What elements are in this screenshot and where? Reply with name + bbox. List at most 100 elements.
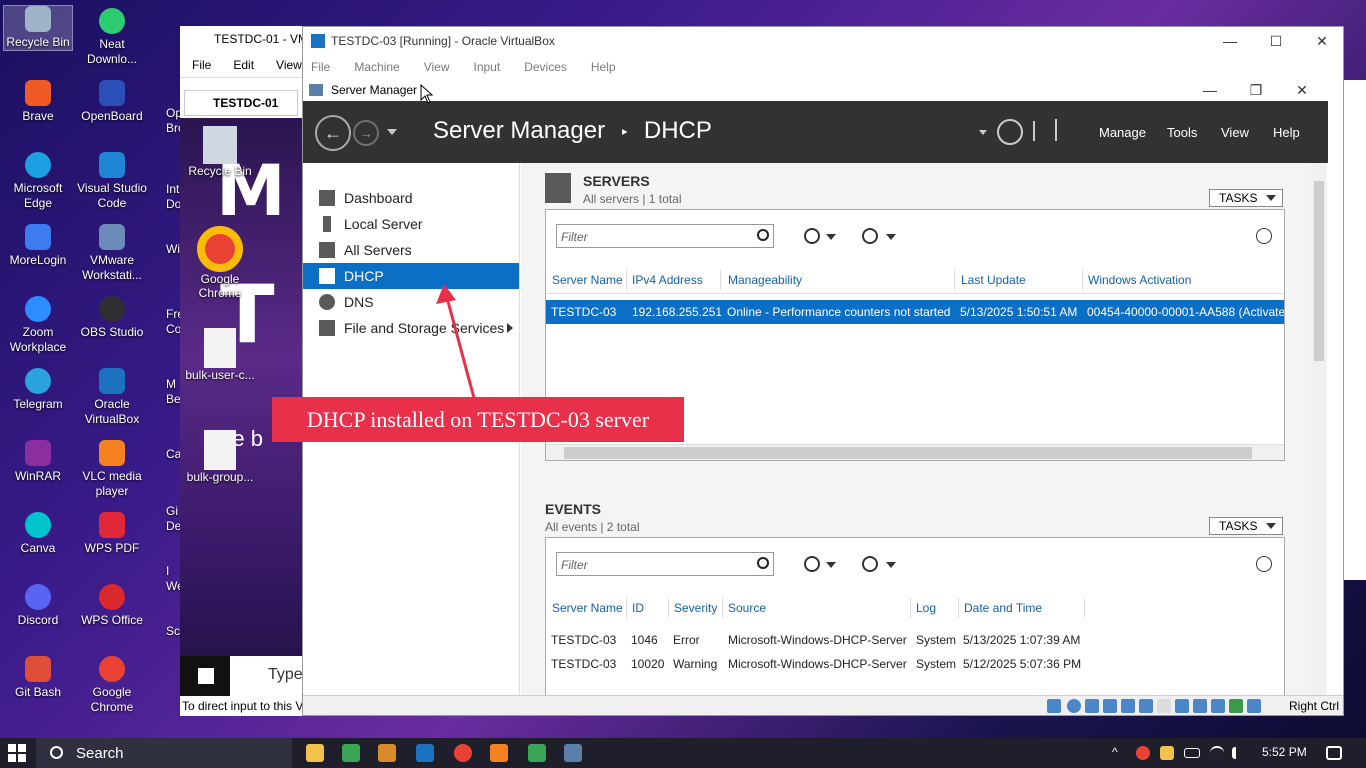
servers-filter-input[interactable]: Filter (556, 224, 774, 248)
collapse-expand-icon[interactable] (1256, 556, 1272, 572)
save-query-icon[interactable] (862, 556, 878, 572)
sm-vertical-scrollbar[interactable] (1311, 163, 1327, 701)
refresh-dropdown-icon[interactable] (979, 130, 987, 135)
volume-icon[interactable] (1232, 747, 1244, 759)
notifications-flag-icon[interactable] (1055, 119, 1071, 141)
sm-close-button[interactable]: ✕ (1279, 79, 1325, 101)
taskbar-app-icon[interactable] (528, 744, 546, 762)
guest-icon-bulk-user[interactable]: bulk-user-c... (180, 328, 260, 382)
desktop-icon-obs[interactable]: OBS Studio (76, 296, 148, 340)
notifications-icon[interactable] (1326, 746, 1342, 760)
recording-icon[interactable] (1193, 699, 1207, 713)
vbox-menu-machine[interactable]: Machine (354, 60, 399, 74)
guest-icon-recycle-bin[interactable]: Recycle Bin (180, 126, 260, 178)
audio-icon[interactable] (1103, 699, 1117, 713)
minimize-button[interactable]: — (1207, 27, 1253, 55)
column-header[interactable]: ID (632, 601, 644, 615)
guest-search-box[interactable]: Type (230, 656, 310, 696)
desktop-icon-telegram[interactable]: Telegram (2, 368, 74, 412)
taskbar-clock[interactable]: 5:52 PM (1262, 745, 1307, 759)
battery-icon[interactable] (1184, 748, 1200, 758)
chevron-right-icon[interactable] (507, 323, 513, 333)
desktop-icon-wps-office[interactable]: WPS Office (76, 584, 148, 628)
taskbar-app-icon[interactable] (378, 744, 396, 762)
sm-minimize-button[interactable]: — (1187, 79, 1233, 101)
server-manager-icon[interactable] (564, 744, 582, 762)
menu-manage[interactable]: Manage (1099, 125, 1146, 140)
keyboard-capture-icon[interactable] (1247, 699, 1261, 713)
table-row[interactable]: TESTDC-03 10020 Warning Microsoft-Window… (546, 652, 1284, 676)
refresh-icon[interactable] (997, 119, 1023, 145)
servers-horizontal-scrollbar[interactable] (546, 444, 1284, 460)
desktop-icon-canva[interactable]: Canva (2, 512, 74, 556)
display-icon[interactable] (1175, 699, 1189, 713)
sidebar-item-all-servers[interactable]: All Servers (303, 237, 519, 263)
desktop-icon-neat-download[interactable]: Neat Downlo... (76, 8, 148, 67)
network-icon[interactable] (1121, 699, 1135, 713)
desktop-icon-chrome[interactable]: Google Chrome (76, 656, 148, 715)
column-header[interactable]: Date and Time (964, 601, 1042, 615)
vbox-titlebar[interactable]: TESTDC-03 [Running] - Oracle VirtualBox (303, 27, 1343, 55)
events-tasks-button[interactable]: TASKS (1209, 517, 1283, 535)
desktop-icon-brave[interactable]: Brave (2, 80, 74, 124)
history-dropdown-icon[interactable] (387, 129, 397, 135)
column-header[interactable]: Windows Activation (1088, 273, 1191, 287)
column-header[interactable]: Severity (674, 601, 717, 615)
column-header[interactable]: Server Name (552, 601, 623, 615)
bg-menu-file[interactable]: File (192, 58, 211, 72)
desktop-icon-vlc[interactable]: VLC media player (76, 440, 148, 499)
virtualbox-icon[interactable] (416, 744, 434, 762)
desktop-icon-git-bash[interactable]: Git Bash (2, 656, 74, 700)
events-filter-input[interactable]: Filter (556, 552, 774, 576)
taskbar-search-box[interactable]: Search (36, 738, 292, 768)
guest-icon-bulk-group[interactable]: bulk-group... (180, 430, 260, 484)
optical-drive-icon[interactable] (1067, 699, 1081, 713)
column-header[interactable]: Source (728, 601, 766, 615)
save-query-icon[interactable] (862, 228, 878, 244)
column-header[interactable]: IPv4 Address (632, 273, 703, 287)
sidebar-item-local-server[interactable]: Local Server (303, 211, 519, 237)
taskbar-app-icon[interactable] (342, 744, 360, 762)
scrollbar-thumb[interactable] (1314, 181, 1324, 361)
desktop-icon-morelogin[interactable]: MoreLogin (2, 224, 74, 268)
desktop-icon-openboard[interactable]: OpenBoard (76, 80, 148, 124)
mouse-integration-icon[interactable] (1229, 699, 1243, 713)
vbox-menu-help[interactable]: Help (591, 60, 616, 74)
desktop-icon-discord[interactable]: Discord (2, 584, 74, 628)
column-header[interactable]: Log (916, 601, 936, 615)
sidebar-item-dashboard[interactable]: Dashboard (303, 185, 519, 211)
close-button[interactable]: ✕ (1299, 27, 1345, 55)
search-icon[interactable] (757, 557, 769, 569)
scrollbar-thumb[interactable] (564, 447, 1252, 459)
floppy-icon[interactable] (1085, 699, 1099, 713)
column-header[interactable]: Last Update (961, 273, 1026, 287)
hard-disk-icon[interactable] (1047, 699, 1061, 713)
vbox-menu-file[interactable]: File (311, 60, 330, 74)
cpu-icon[interactable] (1211, 699, 1225, 713)
wifi-icon[interactable] (1210, 746, 1224, 760)
bg-menu-edit[interactable]: Edit (233, 58, 254, 72)
forward-button[interactable]: → (353, 120, 379, 146)
chevron-down-icon[interactable] (886, 562, 896, 568)
desktop-icon-zoom[interactable]: Zoom Workplace (2, 296, 74, 355)
column-header[interactable]: Server Name (552, 273, 623, 287)
desktop-icon-recycle-bin[interactable]: Recycle Bin (3, 5, 73, 51)
table-row[interactable]: TESTDC-03 192.168.255.251 Online - Perfo… (546, 300, 1284, 324)
list-options-icon[interactable] (804, 228, 820, 244)
file-explorer-icon[interactable] (306, 744, 324, 762)
table-row[interactable]: TESTDC-03 1046 Error Microsoft-Windows-D… (546, 628, 1284, 652)
list-options-icon[interactable] (804, 556, 820, 572)
maximize-button[interactable]: ☐ (1253, 27, 1299, 55)
chrome-icon[interactable] (454, 744, 472, 762)
desktop-icon-vscode[interactable]: Visual Studio Code (76, 152, 148, 211)
vbox-menu-devices[interactable]: Devices (524, 60, 567, 74)
breadcrumb-root[interactable]: Server Manager (433, 117, 605, 144)
chevron-down-icon[interactable] (826, 234, 836, 240)
guest-icon-chrome[interactable]: Google Chrome (180, 226, 260, 300)
collapse-expand-icon[interactable] (1256, 228, 1272, 244)
column-header[interactable]: Manageability (728, 273, 802, 287)
bg-menu-view[interactable]: View (276, 58, 302, 72)
chevron-down-icon[interactable] (826, 562, 836, 568)
desktop-icon-virtualbox[interactable]: Oracle VirtualBox (76, 368, 148, 427)
tray-chrome-icon[interactable] (1136, 746, 1150, 760)
